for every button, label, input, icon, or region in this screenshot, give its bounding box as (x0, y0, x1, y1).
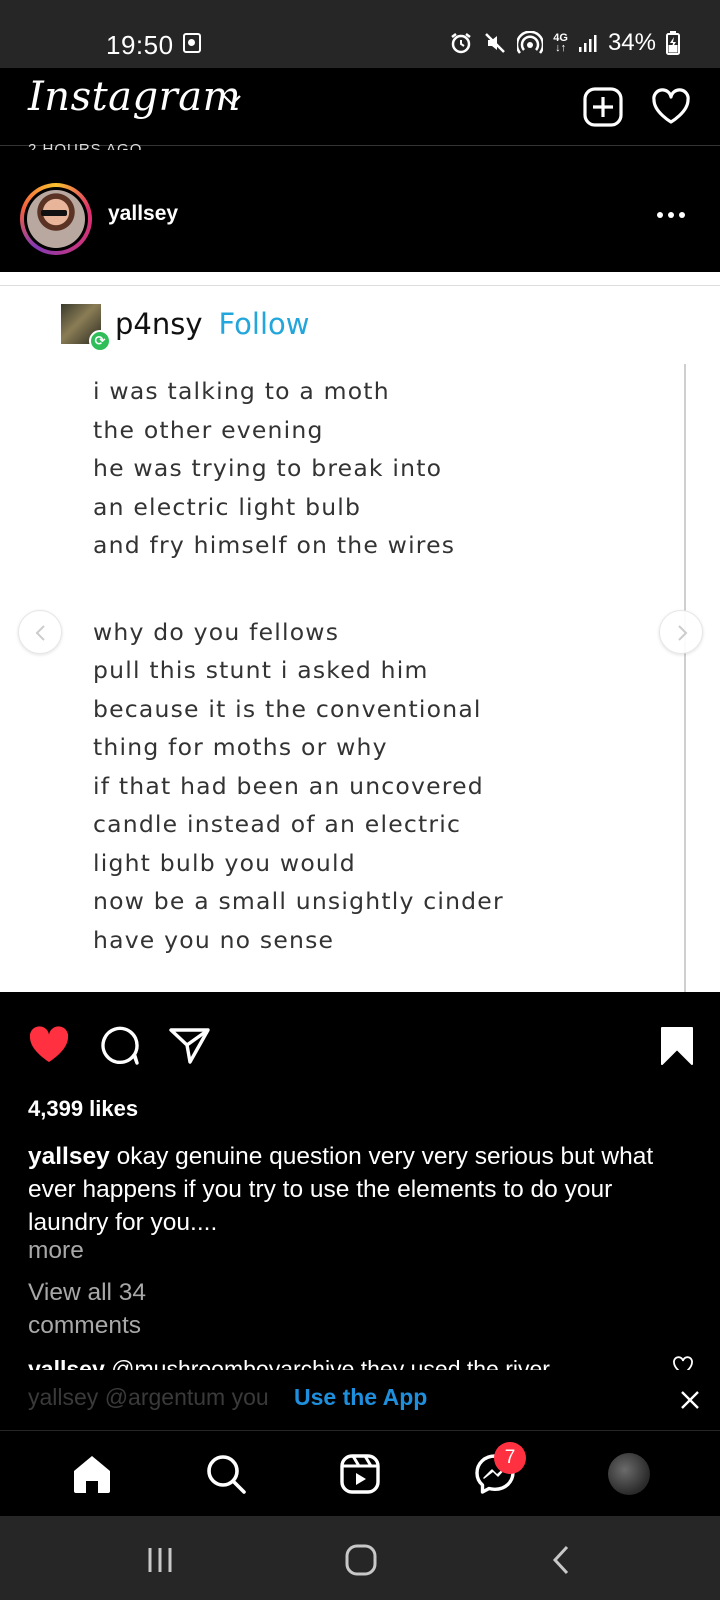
use-app-button[interactable]: Use the App (294, 1384, 427, 1411)
carousel-prev-button[interactable] (18, 610, 62, 654)
poem-line: light bulb you would (93, 848, 356, 877)
profile-avatar[interactable] (608, 1453, 650, 1495)
app-header: Instagram (0, 68, 720, 146)
back-icon[interactable] (544, 1542, 580, 1578)
alarm-icon (449, 31, 473, 55)
divider (0, 285, 720, 286)
notification-icon (183, 33, 201, 53)
post-caption: yallsey okay genuine question very very … (28, 1140, 698, 1239)
tumblr-follow-label: Follow (218, 307, 310, 341)
poem-line: i was talking to a moth (93, 377, 390, 405)
network-type: 4G ↓↑ (553, 32, 568, 54)
poem-line: candle instead of an electric (93, 810, 462, 838)
signal-icon (578, 33, 598, 53)
post-image[interactable]: ⟳ p4nsy Follow i was talking to a moth t… (0, 272, 720, 992)
poem-line: an electric light bulb (93, 492, 362, 521)
mute-icon (483, 31, 507, 55)
instagram-logo[interactable]: Instagram (28, 74, 241, 120)
battery-level: 34% (607, 29, 656, 56)
chevron-down-icon[interactable] (222, 93, 242, 112)
carousel-next-button[interactable] (659, 610, 703, 654)
new-post-icon[interactable] (582, 86, 624, 128)
post-actions (0, 992, 720, 1080)
faded-comment-preview: yallsey @argentum you (28, 1384, 269, 1410)
poem-line: he was trying to break into (93, 454, 443, 482)
reblog-icon: ⟳ (89, 330, 111, 352)
tumblr-post-header: ⟳ p4nsy Follow (61, 304, 310, 352)
system-navigation-bar (0, 1516, 720, 1600)
bookmark-icon[interactable] (654, 1022, 700, 1068)
post-username[interactable]: yallsey (108, 202, 178, 226)
poem-line: the other evening (93, 415, 324, 444)
post-image-text: i was talking to a moth the other evenin… (93, 372, 504, 959)
like-heart-icon[interactable] (26, 1022, 72, 1068)
post-header: yallsey (0, 150, 720, 272)
poem-line: because it is the conventional (93, 694, 482, 723)
poem-line: now be a small unsightly cinder (93, 887, 504, 915)
comment-preview: yallsey @mushroomboyarchive they used th… (28, 1352, 668, 1370)
more-options-icon[interactable] (655, 205, 687, 225)
messenger-badge: 7 (494, 1442, 526, 1474)
tumblr-avatar: ⟳ (61, 304, 111, 352)
use-app-banner: yallsey @argentum you Use the App (0, 1370, 720, 1430)
poem-line: pull this stunt i asked him (93, 656, 429, 684)
system-home-icon[interactable] (343, 1542, 379, 1578)
story-ring[interactable] (20, 183, 92, 255)
close-icon[interactable] (679, 1389, 701, 1416)
comment-username[interactable]: yallsey (28, 1356, 105, 1370)
poem-line: have you no sense (93, 925, 335, 954)
reels-icon[interactable] (337, 1451, 383, 1497)
poem-line: and fry himself on the wires (93, 531, 456, 559)
hotspot-icon (517, 31, 544, 55)
battery-charging-icon (666, 31, 680, 55)
bottom-navigation: 7 (0, 1430, 720, 1516)
previous-post-timestamp: 2 HOURS AGO (28, 141, 143, 150)
comment-icon[interactable] (96, 1022, 142, 1068)
divider (684, 364, 686, 992)
avatar[interactable] (27, 190, 85, 248)
status-time: 19:50 (106, 30, 174, 60)
search-icon[interactable] (203, 1451, 249, 1497)
caption-text: okay genuine question very very serious … (28, 1143, 654, 1236)
caption-username[interactable]: yallsey (28, 1143, 110, 1170)
home-icon[interactable] (69, 1451, 115, 1497)
poem-line: why do you fellows (93, 617, 340, 646)
share-icon[interactable] (166, 1022, 212, 1068)
caption-more-link[interactable]: more (28, 1237, 84, 1265)
tumblr-username: p4nsy (115, 307, 203, 341)
like-count[interactable]: 4,399 likes (28, 1096, 138, 1122)
view-all-comments-link[interactable]: View all 34 comments (28, 1276, 228, 1342)
comment-text: @mushroomboyarchive they used the river (111, 1356, 550, 1370)
status-bar: 19:50 4G ↓↑ 34% (0, 0, 720, 68)
poem-line: if that had been an uncovered (93, 771, 484, 800)
recents-icon[interactable] (142, 1542, 178, 1578)
notifications-heart-icon[interactable] (650, 86, 692, 128)
poem-line: thing for moths or why (93, 733, 388, 761)
